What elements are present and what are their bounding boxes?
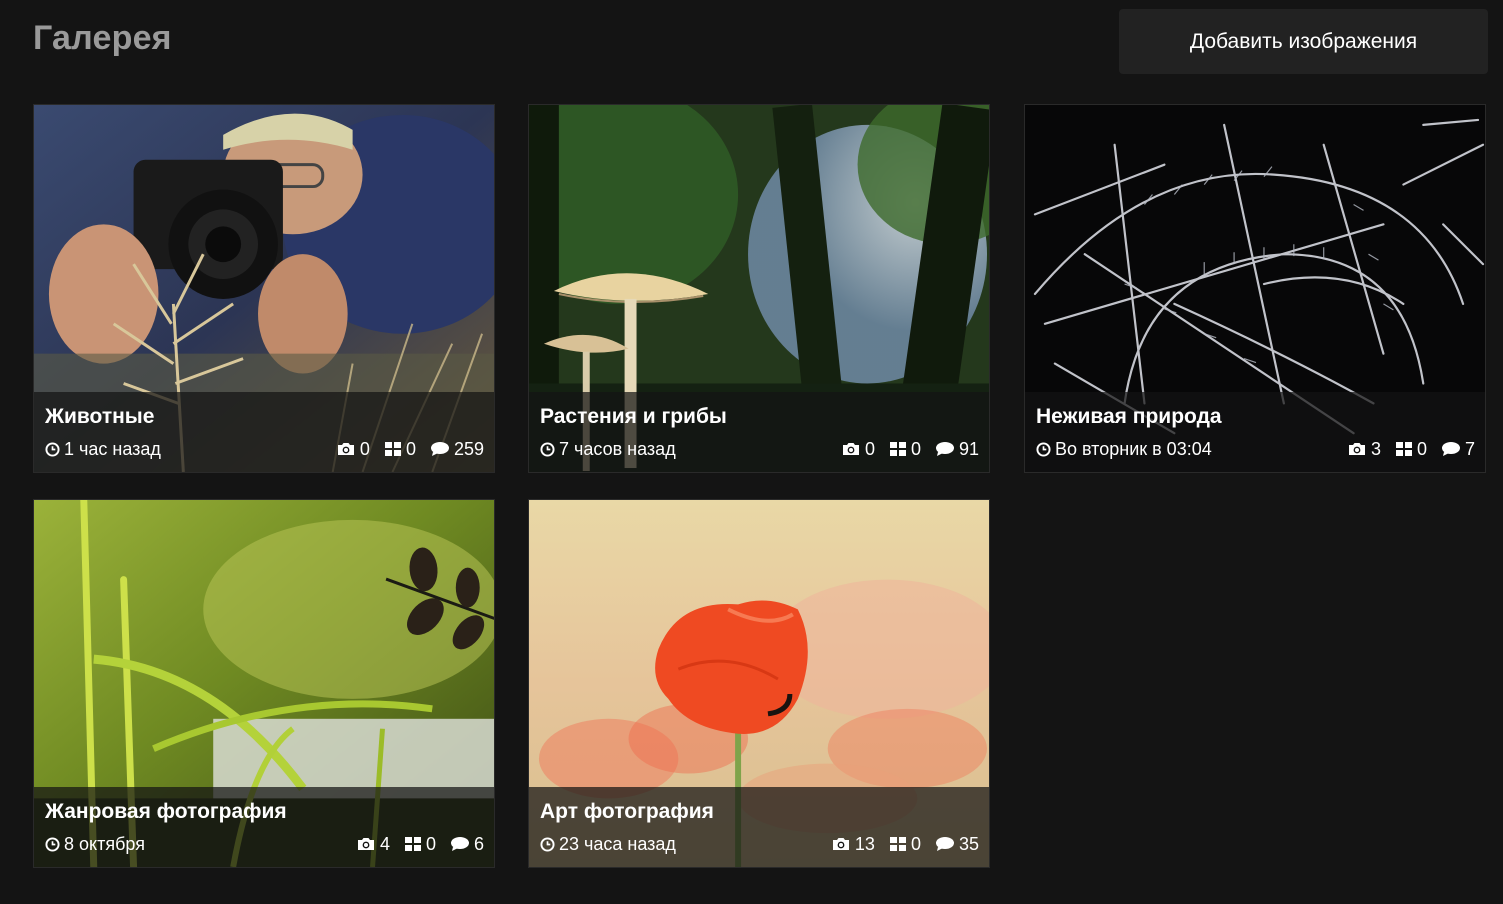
photo-count: 4	[356, 834, 390, 855]
photo-count: 13	[831, 834, 875, 855]
clock-icon	[1036, 441, 1051, 457]
photo-count: 0	[336, 439, 370, 460]
card-time: 23 часа назад	[540, 834, 817, 855]
card-stats: 0 0 259	[322, 439, 484, 460]
card-title: Животные	[45, 405, 155, 428]
card-meta: 1 час назад 0 0 259	[45, 438, 484, 460]
album-count: 0	[889, 439, 921, 460]
gallery-card-plants[interactable]: Растения и грибы 7 часов назад 0 0 91	[528, 104, 990, 473]
card-meta: 7 часов назад 0 0 91	[540, 438, 979, 460]
clock-icon	[45, 441, 60, 457]
photo-count: 0	[841, 439, 875, 460]
card-info-overlay: Животные 1 час назад 0 0 259	[34, 392, 494, 472]
card-info-overlay: Жанровая фотография 8 октября 4 0 6	[34, 787, 494, 867]
album-count: 0	[404, 834, 436, 855]
album-count: 0	[1395, 439, 1427, 460]
comment-count: 35	[935, 834, 979, 855]
card-info-overlay: Растения и грибы 7 часов назад 0 0 91	[529, 392, 989, 472]
card-title: Жанровая фотография	[45, 800, 287, 823]
gallery-card-genre-photography[interactable]: Жанровая фотография 8 октября 4 0 6	[33, 499, 495, 868]
card-time-text: 23 часа назад	[559, 833, 676, 854]
comment-count: 259	[430, 439, 484, 460]
clock-icon	[540, 441, 555, 457]
camera-icon	[336, 441, 356, 457]
add-images-button[interactable]: Добавить изображения	[1119, 9, 1488, 74]
card-stats: 3 0 7	[1333, 439, 1475, 460]
card-time-text: 1 час назад	[64, 438, 161, 459]
gallery-card-art-photography[interactable]: Арт фотография 23 часа назад 13 0 35	[528, 499, 990, 868]
card-meta: 23 часа назад 13 0 35	[540, 833, 979, 855]
speech-bubble-icon	[430, 441, 450, 457]
camera-icon	[356, 836, 376, 852]
grid-icon	[404, 836, 422, 852]
clock-icon	[45, 836, 60, 852]
card-title: Арт фотография	[540, 800, 714, 823]
comment-count: 7	[1441, 439, 1475, 460]
grid-icon	[889, 441, 907, 457]
comment-count: 6	[450, 834, 484, 855]
gallery-page: Галерея Добавить изображения Животные 1 …	[0, 0, 1503, 904]
speech-bubble-icon	[935, 441, 955, 457]
card-meta: 8 октября 4 0 6	[45, 833, 484, 855]
card-stats: 4 0 6	[342, 834, 484, 855]
card-time: 8 октября	[45, 834, 342, 855]
card-meta: Во вторник в 03:04 3 0 7	[1036, 438, 1475, 460]
card-info-overlay: Неживая природа Во вторник в 03:04 3 0 7	[1025, 392, 1485, 472]
card-time-text: 8 октября	[64, 833, 145, 854]
gallery-card-inanimate-nature[interactable]: Неживая природа Во вторник в 03:04 3 0 7	[1024, 104, 1486, 473]
comment-count: 91	[935, 439, 979, 460]
speech-bubble-icon	[1441, 441, 1461, 457]
grid-icon	[889, 836, 907, 852]
card-time: 7 часов назад	[540, 439, 827, 460]
photo-count: 3	[1347, 439, 1381, 460]
card-time: 1 час назад	[45, 439, 322, 460]
page-title: Галерея	[33, 19, 172, 57]
speech-bubble-icon	[935, 836, 955, 852]
card-stats: 0 0 91	[827, 439, 979, 460]
card-time-text: 7 часов назад	[559, 438, 676, 459]
card-stats: 13 0 35	[817, 834, 979, 855]
speech-bubble-icon	[450, 836, 470, 852]
card-time-text: Во вторник в 03:04	[1055, 438, 1212, 459]
card-title: Растения и грибы	[540, 405, 727, 428]
card-info-overlay: Арт фотография 23 часа назад 13 0 35	[529, 787, 989, 867]
clock-icon	[540, 836, 555, 852]
album-count: 0	[384, 439, 416, 460]
album-count: 0	[889, 834, 921, 855]
header: Галерея Добавить изображения	[0, 0, 1503, 84]
camera-icon	[1347, 441, 1367, 457]
gallery-card-animals[interactable]: Животные 1 час назад 0 0 259	[33, 104, 495, 473]
camera-icon	[841, 441, 861, 457]
grid-icon	[1395, 441, 1413, 457]
grid-icon	[384, 441, 402, 457]
card-time: Во вторник в 03:04	[1036, 439, 1333, 460]
camera-icon	[831, 836, 851, 852]
card-title: Неживая природа	[1036, 405, 1222, 428]
